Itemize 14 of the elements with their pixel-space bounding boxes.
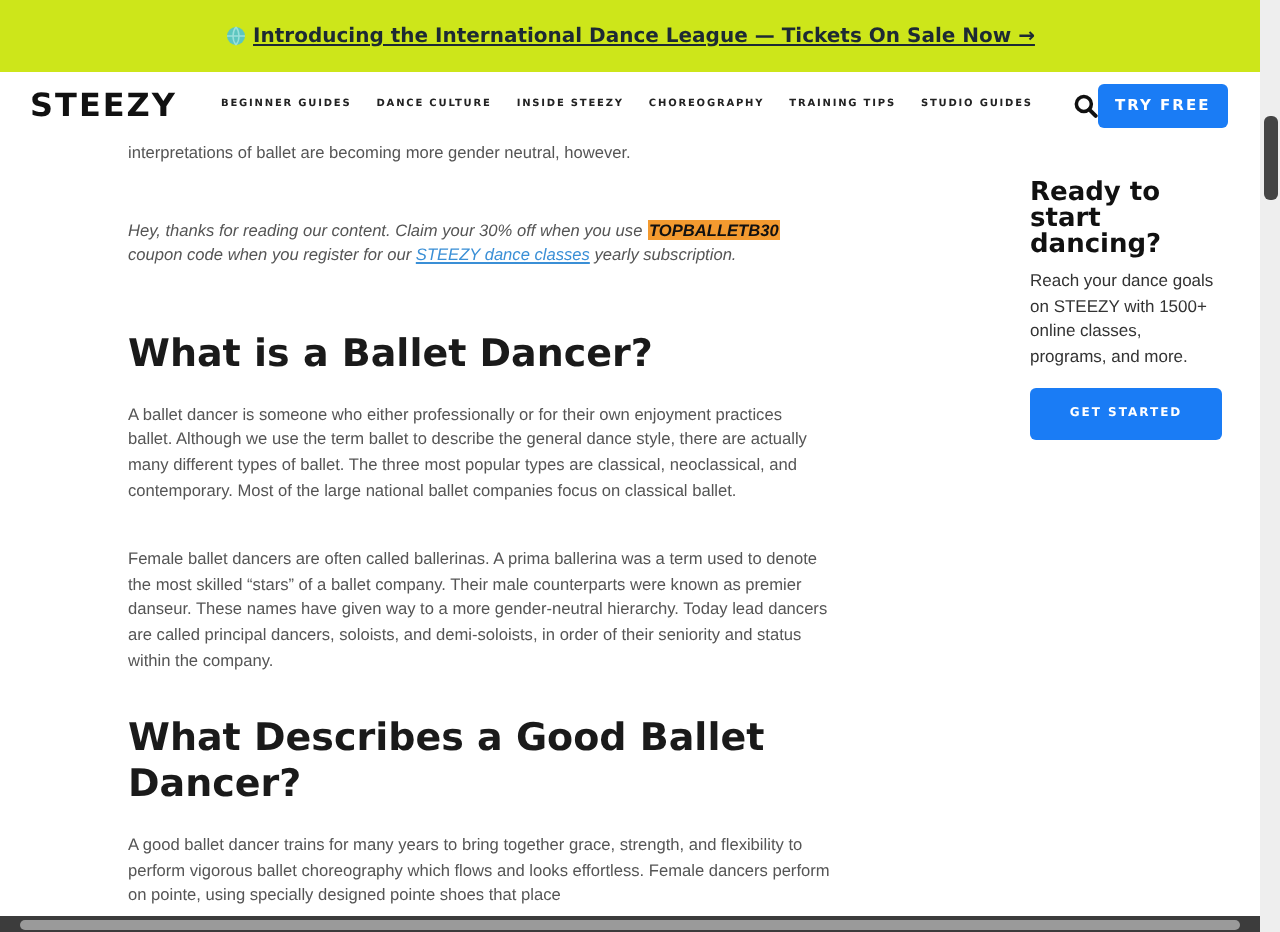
- vertical-scrollbar[interactable]: [1260, 0, 1280, 932]
- paragraph: A good ballet dancer trains for many years to bring together grace, strength, and flexibility to perform vigorous ballet choreography which flows and looks effortless. Female dancers perform on pointe, using specially designed pointe shoes that place: [128, 832, 830, 908]
- sidebar-title: Ready to start dancing?: [1030, 180, 1164, 258]
- globe-icon: [225, 26, 246, 46]
- promo-paragraph: Hey, thanks for reading our content. Claim your 30% off when you use TOPBALLETB30 coupon code when you register for our STEEZY dance classes yearly subscription.: [128, 217, 783, 268]
- section-heading: What Describes a Good Ballet Dancer?: [128, 716, 767, 809]
- sidebar-text: Reach your dance goals on STEEZY with 1500+ online classes, programs, and more.: [1030, 268, 1216, 368]
- paragraph: A ballet dancer is someone who either professionally or for their own enjoyment practices ballet. Although we use the term ballet to describe the general dance style, there are actually many different types of ballet. The three most popular types are classical, neoclassical, and contemporary. Most of the large national ballet companies focus on classical ballet.: [128, 401, 809, 503]
- paragraph: Female ballet dancers are often called ballerinas. A prima ballerina was a term used to denote the most skilled “stars” of a ballet company. Their male counterparts were known as premier danseur. These names have given way to a more gender-neutral hierarchy. Today lead dancers are called principal dancers, soloists, and demi-soloists, in order of their seniority and status within the company.: [128, 546, 830, 673]
- search-icon[interactable]: [1073, 94, 1098, 118]
- logo[interactable]: STEEZY: [30, 82, 177, 130]
- section-heading: What is a Ballet Dancer?: [128, 331, 655, 378]
- horizontal-scrollbar[interactable]: [0, 916, 1260, 932]
- paragraph: interpretations of ballet are becoming more gender neutral, however.: [128, 140, 633, 166]
